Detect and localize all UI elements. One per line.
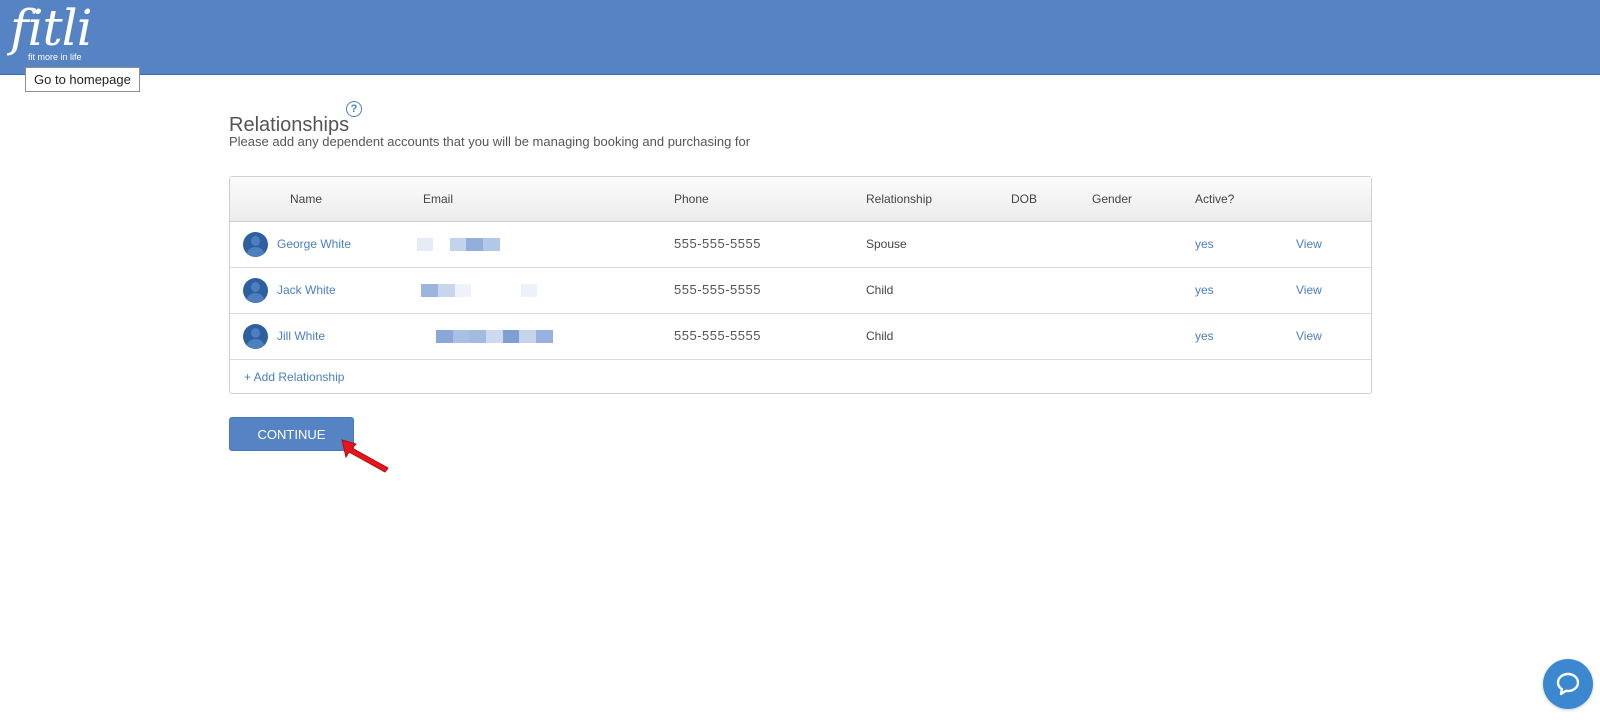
page-subtitle: Please add any dependent accounts that y… — [229, 134, 751, 149]
member-active-toggle[interactable]: yes — [1195, 329, 1214, 343]
avatar — [243, 278, 268, 303]
logo-wordmark: fitli — [10, 0, 93, 57]
add-relationship-row: + Add Relationship — [230, 360, 1371, 393]
view-member-link[interactable]: View — [1296, 237, 1322, 251]
homepage-tooltip: Go to homepage — [25, 67, 140, 92]
avatar — [243, 324, 268, 349]
member-name-link[interactable]: Jill White — [277, 329, 325, 343]
member-relationship: Child — [866, 283, 894, 297]
email-redacted — [436, 330, 553, 343]
column-header-phone: Phone — [674, 192, 709, 206]
member-active-toggle[interactable]: yes — [1195, 237, 1214, 251]
view-member-link[interactable]: View — [1296, 329, 1322, 343]
column-header-email: Email — [423, 192, 454, 206]
table-row: Jack White 555-555-5555 Child yes View — [230, 268, 1371, 314]
avatar — [243, 232, 268, 257]
member-active-toggle[interactable]: yes — [1195, 283, 1214, 297]
chat-bubble-icon[interactable] — [1543, 659, 1593, 709]
member-phone: 555-555-5555 — [674, 328, 761, 343]
email-redacted — [421, 284, 537, 297]
chat-glyph — [1556, 672, 1580, 696]
logo-tagline: fit more in life — [28, 52, 82, 62]
red-pointer-arrow-icon — [341, 439, 389, 473]
table-header: Name Email Phone Relationship DOB Gender… — [230, 177, 1371, 222]
member-phone: 555-555-5555 — [674, 282, 761, 297]
top-header-bar: fitli fit more in life — [0, 0, 1600, 75]
member-name-link[interactable]: Jack White — [277, 283, 336, 297]
member-relationship: Spouse — [866, 237, 907, 251]
column-header-active: Active? — [1195, 192, 1235, 206]
column-header-gender: Gender — [1092, 192, 1133, 206]
fitli-logo-link[interactable]: fitli fit more in life — [10, 0, 93, 62]
column-header-relationship: Relationship — [866, 192, 933, 206]
question-circle-icon[interactable]: ? — [346, 101, 362, 117]
email-redacted — [417, 238, 500, 251]
column-header-dob: DOB — [1011, 192, 1038, 206]
relationships-table: Name Email Phone Relationship DOB Gender… — [229, 176, 1372, 394]
add-relationship-link[interactable]: + Add Relationship — [244, 370, 344, 384]
table-row: George White 555-555-5555 Spouse yes Vie… — [230, 222, 1371, 268]
member-name-link[interactable]: George White — [277, 237, 351, 251]
table-row: Jill White 555-555-5555 Child yes View — [230, 314, 1371, 360]
continue-button[interactable]: CONTINUE — [229, 417, 354, 451]
column-header-name: Name — [290, 192, 323, 206]
member-phone: 555-555-5555 — [674, 236, 761, 251]
view-member-link[interactable]: View — [1296, 283, 1322, 297]
member-relationship: Child — [866, 329, 894, 343]
